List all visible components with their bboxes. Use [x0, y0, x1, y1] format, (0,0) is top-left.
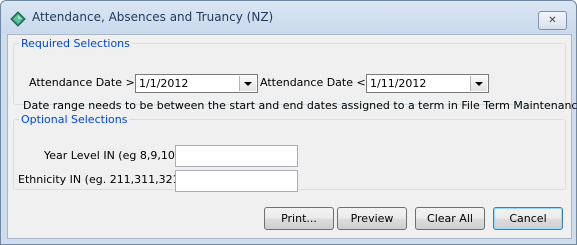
- dialog-window: Attendance, Absences and Truancy (NZ) ✕ …: [0, 0, 577, 245]
- attendance-date-to-label: Attendance Date <=: [260, 76, 375, 89]
- clear-all-button[interactable]: Clear All: [415, 207, 485, 230]
- dialog-client-area: Required Selections Attendance Date >= 1…: [7, 34, 577, 239]
- optional-selections-legend: Optional Selections: [21, 113, 128, 126]
- ethnicity-label: Ethnicity IN (eg. 211,311,321):: [18, 173, 188, 186]
- preview-button[interactable]: Preview: [337, 207, 407, 230]
- chevron-down-icon[interactable]: [470, 76, 487, 91]
- app-diamond-icon: [10, 11, 26, 27]
- date-range-note: Date range needs to be between the start…: [23, 99, 577, 112]
- ethnicity-input[interactable]: [175, 170, 298, 192]
- required-selections-legend: Required Selections: [21, 37, 130, 50]
- attendance-date-to-value: 1/11/2012: [370, 77, 427, 90]
- year-level-label: Year Level IN (eg 8,9,10):: [44, 149, 183, 162]
- required-selections-group: Required Selections Attendance Date >= 1…: [13, 37, 577, 112]
- title-bar[interactable]: Attendance, Absences and Truancy (NZ) ✕: [1, 1, 576, 33]
- attendance-date-from-label: Attendance Date >=: [29, 76, 144, 89]
- year-level-input[interactable]: [175, 145, 298, 167]
- chevron-down-icon[interactable]: [239, 76, 256, 91]
- attendance-date-to-combo[interactable]: 1/11/2012: [366, 74, 489, 93]
- print-button[interactable]: Print...: [264, 207, 334, 230]
- attendance-date-from-value: 1/1/2012: [139, 77, 189, 90]
- close-button[interactable]: ✕: [538, 11, 567, 30]
- close-icon: ✕: [548, 15, 557, 26]
- attendance-date-from-combo[interactable]: 1/1/2012: [135, 74, 258, 93]
- optional-selections-group: Optional Selections Year Level IN (eg 8,…: [13, 113, 566, 192]
- window-title: Attendance, Absences and Truancy (NZ): [32, 10, 274, 24]
- cancel-button[interactable]: Cancel: [493, 207, 563, 230]
